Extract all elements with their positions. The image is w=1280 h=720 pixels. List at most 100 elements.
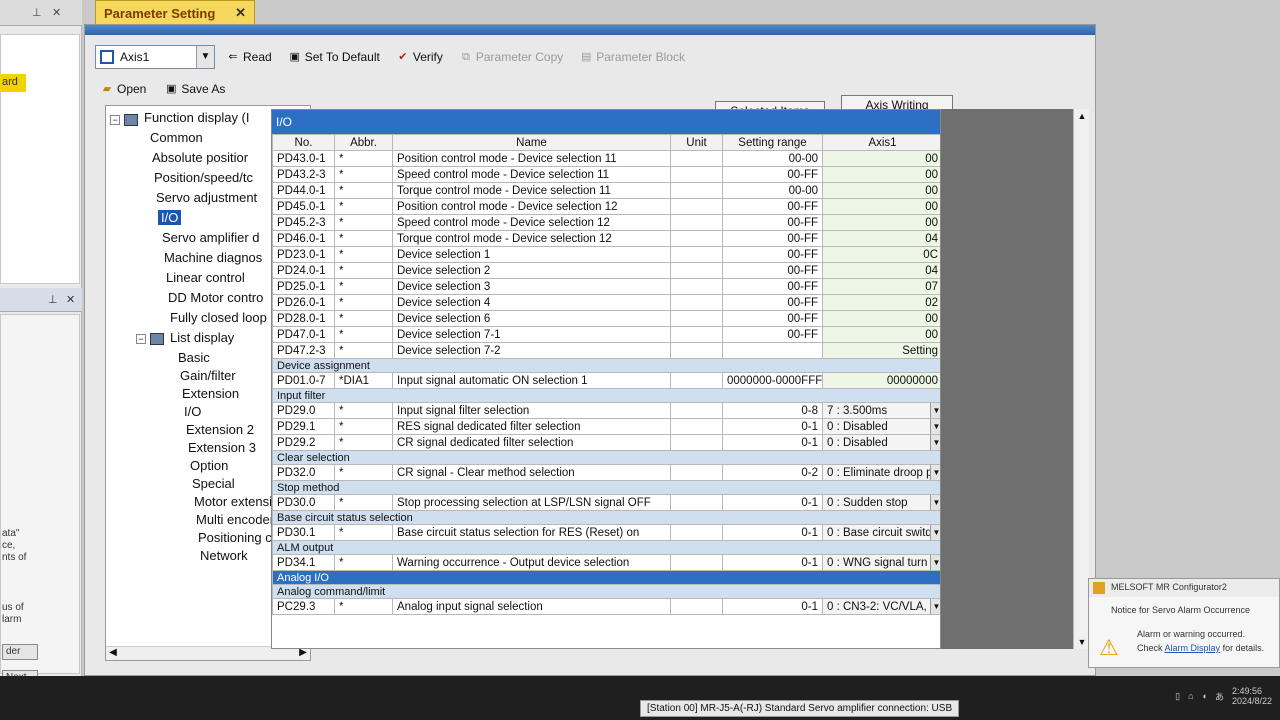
tree-item-servo-amplifier[interactable]: Servo amplifier d (162, 230, 260, 245)
network-icon[interactable]: ⌂ (1188, 691, 1193, 701)
tab-parameter-setting[interactable]: Parameter Setting ✕ (95, 0, 255, 26)
section-row-selected[interactable]: Analog I/O (272, 570, 940, 585)
tree-item-gain-filter[interactable]: Gain/filter (180, 368, 236, 383)
tree-item-common[interactable]: Common (150, 130, 203, 145)
alarm-notification[interactable]: MELSOFT MR Configurator2 Notice for Serv… (1088, 578, 1280, 668)
collapse-icon[interactable]: − (110, 115, 120, 125)
pin-icon[interactable]: ⊥ (32, 6, 42, 19)
table-row[interactable]: PD25.0-1 * Device selection 3 00-FF 07 (272, 278, 940, 295)
set-default-button[interactable]: ▣ Set To Default (283, 47, 385, 67)
table-row[interactable]: PD47.0-1 * Device selection 7-1 00-FF 00 (272, 326, 940, 343)
tree-item-extension-3[interactable]: Extension 3 (188, 440, 256, 455)
cell-val[interactable]: 0C (822, 246, 940, 263)
table-row[interactable]: PD45.0-1 * Position control mode - Device … (272, 198, 940, 215)
chevron-down-icon[interactable]: ▼ (930, 525, 940, 540)
value-dropdown[interactable]: 0 : Disabled ▼ (822, 434, 940, 451)
value-dropdown[interactable]: 7 : 3.500ms ▼ (822, 402, 940, 419)
table-row[interactable]: PD01.0-7 *DIA1 Input signal automatic ON… (272, 372, 940, 389)
table-row[interactable]: PD44.0-1 * Torque control mode - Device se… (272, 182, 940, 199)
cell-value[interactable]: 00000000 (822, 372, 940, 389)
cell-val[interactable]: 00 (822, 150, 940, 167)
table-row[interactable]: PD29.2 * CR signal dedicated filter sele… (272, 434, 940, 451)
table-row[interactable]: PD43.2-3 * Speed control mode - Device sel… (272, 166, 940, 183)
table-row[interactable]: PD30.1 * Base circuit status selection f… (272, 524, 940, 541)
cell-val[interactable]: Setting (822, 342, 940, 359)
tree-item-io[interactable]: I/O (184, 404, 201, 419)
table-row[interactable]: PD24.0-1 * Device selection 2 00-FF 04 (272, 262, 940, 279)
close-icon[interactable]: ✕ (66, 293, 75, 306)
ime-icon[interactable]: あ (1215, 690, 1224, 703)
value-dropdown[interactable]: 0 : Sudden stop ▼ (822, 494, 940, 511)
tree-item-network[interactable]: Network (200, 548, 248, 563)
chevron-down-icon[interactable]: ▼ (196, 46, 214, 68)
scroll-left-icon[interactable]: ◀ (106, 647, 120, 658)
tree-item-multi-encoder[interactable]: Multi encoder (196, 512, 274, 527)
tree-item-position-speed[interactable]: Position/speed/tc (154, 170, 253, 185)
chevron-down-icon[interactable]: ▼ (930, 599, 940, 614)
panel-button[interactable]: der (2, 644, 38, 660)
cell-val[interactable]: 00 (822, 310, 940, 327)
table-row[interactable]: PD30.0 * Stop processing selection at LS… (272, 494, 940, 511)
table-row[interactable]: PD29.1 * RES signal dedicated filter sel… (272, 418, 940, 435)
tree-item-machine-diagnosis[interactable]: Machine diagnos (164, 250, 262, 265)
table-row[interactable]: PD29.0 * Input signal filter selection 0… (272, 402, 940, 419)
pin-icon[interactable]: ⊥ (48, 293, 58, 306)
cell-val[interactable]: 00 (822, 326, 940, 343)
table-row[interactable]: PD23.0-1 * Device selection 1 00-FF 0C (272, 246, 940, 263)
cell-val[interactable]: 00 (822, 182, 940, 199)
tree-item-fully-closed[interactable]: Fully closed loop (170, 310, 267, 325)
tree-item-io-selected[interactable]: I/O (158, 210, 182, 225)
clock[interactable]: 2:49:56 2024/8/22 (1232, 686, 1272, 706)
table-row[interactable]: PD46.0-1 * Torque control mode - Device se… (272, 230, 940, 247)
tree-item-option[interactable]: Option (190, 458, 228, 473)
chevron-down-icon[interactable]: ▼ (930, 555, 940, 570)
chevron-down-icon[interactable]: ▼ (930, 419, 940, 434)
value-dropdown[interactable]: 0 : WNG signal turn C ▼ (822, 554, 940, 571)
tree-item-absolute[interactable]: Absolute positior (152, 150, 248, 165)
close-tab-icon[interactable]: ✕ (235, 5, 246, 21)
table-row[interactable]: PC29.3 * Analog input signal selection 0… (272, 598, 940, 615)
table-row[interactable]: PD47.2-3 * Device selection 7-2 Setting (272, 342, 940, 359)
tree-item-list-display[interactable]: List display (170, 330, 234, 345)
cell-val[interactable]: 00 (822, 198, 940, 215)
grid-vertical-scrollbar[interactable]: ▲ ▼ (1073, 109, 1089, 649)
alarm-display-link[interactable]: Alarm Display (1165, 643, 1221, 653)
read-button[interactable]: ⇐ Read (221, 47, 277, 67)
cell-val[interactable]: 00 (822, 214, 940, 231)
scroll-up-icon[interactable]: ▲ (1074, 111, 1090, 121)
value-dropdown[interactable]: 0 : Eliminate droop pu ▼ (822, 464, 940, 481)
cell-val[interactable]: 04 (822, 230, 940, 247)
tree-item-dd-motor[interactable]: DD Motor contro (168, 290, 263, 305)
table-row[interactable]: PD26.0-1 * Device selection 4 00-FF 02 (272, 294, 940, 311)
volume-icon[interactable]: ◖ (1202, 691, 1207, 701)
parameter-block-button[interactable]: ▤ Parameter Block (574, 47, 690, 67)
tree-item-basic[interactable]: Basic (178, 350, 210, 365)
battery-icon[interactable]: ▯ (1175, 691, 1180, 702)
save-as-button[interactable]: ▣ Save As (159, 79, 230, 99)
parameter-copy-button[interactable]: ⧉ Parameter Copy (454, 47, 568, 67)
table-row[interactable]: PD34.1 * Warning occurrence - Output dev… (272, 554, 940, 571)
tree-item-servo-adjustment[interactable]: Servo adjustment (156, 190, 257, 205)
cell-val[interactable]: 00 (822, 166, 940, 183)
tree-item-extension-2[interactable]: Extension 2 (186, 422, 254, 437)
close-icon[interactable]: ✕ (52, 6, 61, 19)
tree-item-extension[interactable]: Extension (182, 386, 239, 401)
table-row[interactable]: PD32.0 * CR signal - Clear method select… (272, 464, 940, 481)
chevron-down-icon[interactable]: ▼ (930, 465, 940, 480)
cell-val[interactable]: 07 (822, 278, 940, 295)
cell-val[interactable]: 02 (822, 294, 940, 311)
tree-item-special[interactable]: Special (192, 476, 235, 491)
collapse-icon[interactable]: − (136, 334, 146, 344)
cell-val[interactable]: 04 (822, 262, 940, 279)
chevron-down-icon[interactable]: ▼ (930, 403, 940, 418)
tree-item-linear-control[interactable]: Linear control (166, 270, 245, 285)
tree-item-function-display[interactable]: Function display (I (144, 110, 250, 125)
value-dropdown[interactable]: 0 : Disabled ▼ (822, 418, 940, 435)
axis-select[interactable]: Axis1 ▼ (95, 45, 215, 69)
table-row[interactable]: PD28.0-1 * Device selection 6 00-FF 00 (272, 310, 940, 327)
chevron-down-icon[interactable]: ▼ (930, 495, 940, 510)
table-row[interactable]: PD43.0-1 * Position control mode - Device … (272, 150, 940, 167)
open-button[interactable]: ▰ Open (95, 79, 151, 99)
value-dropdown[interactable]: 0 : Base circuit switd ▼ (822, 524, 940, 541)
table-row[interactable]: PD45.2-3 * Speed control mode - Device sel… (272, 214, 940, 231)
